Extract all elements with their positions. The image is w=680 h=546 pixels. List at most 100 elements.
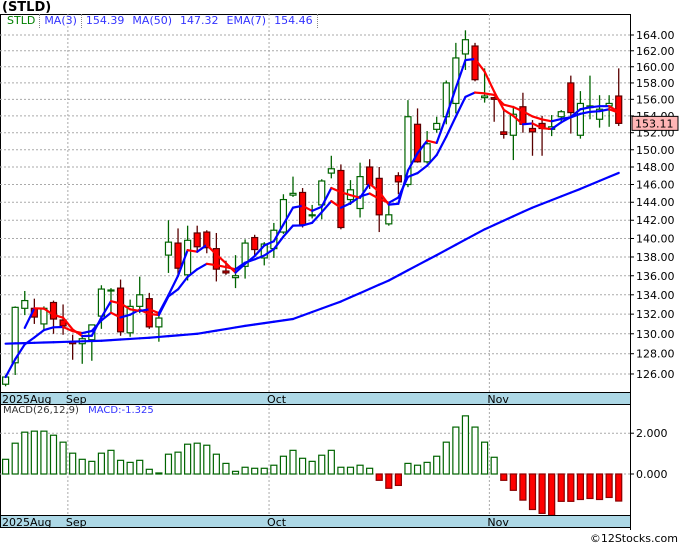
ma50-line-segment [205,329,218,334]
price-tick-label: 140.00 [636,232,675,245]
macd-legend-value: MACD:-1.325 [88,405,154,416]
price-legend: STLD MA(3) 154.39 MA(50) 147.32 EMA(7) 1… [3,14,318,28]
macd-legend-label: MACD(26,12,9) [3,405,79,416]
macd-bar [251,467,259,475]
candle-body [155,317,163,328]
price-tick-label: 156.00 [636,93,675,106]
macd-bar [346,466,355,475]
copyright: ©12Stocks.com [589,532,678,545]
price-tick-label: 162.00 [636,45,675,58]
macd-bar [567,473,575,502]
macd-bar [78,458,86,475]
macd-bar [433,455,441,475]
macd-bar [241,466,249,475]
macd-bar [327,449,335,475]
ma3-line-segment [186,249,199,253]
legend-ma3-value: 154.39 [80,14,129,28]
macd-tick-label: 0.000 [636,468,668,481]
candle-body [107,289,115,292]
ma50-line-segment [224,326,237,331]
chart-svg: 126.00 128.00 130.00 132.00 134.00 136.00 138.… [0,14,679,530]
macd-bar [279,455,288,475]
legend-ma50-value: 147.32 [180,14,219,27]
macd-bar [576,473,585,501]
macd-bar [394,473,402,487]
ema7-line-segment [588,110,601,113]
macd-bar [212,453,220,475]
macd-bar [481,441,489,475]
ma50-line-segment [234,324,247,329]
candle-body [567,82,575,114]
macd-bar [49,434,58,475]
macd-bar [404,462,412,475]
macd-bar [471,426,479,475]
macd-bar [318,454,326,475]
macd-bar [126,461,134,475]
price-tick-label: 144.00 [636,196,675,209]
candle-body [308,214,316,217]
ma50-line-segment [282,317,295,322]
candle-body [366,166,374,186]
macd-bar [260,467,268,475]
stock-chart-widget: 126.00 128.00 130.00 132.00 134.00 136.00 138.… [0,0,680,546]
ma50-line-segment [176,333,189,337]
candle-body [116,287,125,333]
ma50-line-segment [253,322,266,326]
ma50-line-segment [119,337,132,341]
legend-ma50-label: MA(50) [132,14,173,27]
price-tick-label: 132.00 [636,308,675,321]
candle-body [337,169,345,229]
price-tick-label: 158.00 [636,77,675,90]
price-tick-label: 142.00 [636,214,675,227]
candle [116,279,125,336]
legend-ema7-value: 154.46 [270,14,318,28]
macd-bar [1,458,10,475]
date-label: Oct [267,516,287,529]
macd-bar [509,473,517,491]
candle-body [193,232,201,248]
macd-bar [222,462,230,475]
macd-bar [116,459,125,475]
last-price-label: 153.11 [635,117,674,130]
ma3-line-segment [540,127,553,131]
candle-body [461,39,470,55]
candle-body [557,111,565,118]
ma50-line-segment [148,335,160,339]
candle [337,164,345,230]
candle-body [298,191,307,226]
macd-bar [519,473,527,501]
macd-bar [174,451,182,475]
ma50-line-segment [263,320,275,325]
price-tick-label: 150.00 [636,144,675,157]
candle-body [231,275,240,279]
price-tick-label: 138.00 [636,251,675,264]
ema7-line-segment [205,262,218,267]
macd-bar [88,460,96,475]
chart-title: (STLD) [2,0,52,15]
date-label: Sep [66,516,87,529]
macd-bar [557,473,565,502]
ma50-line-segment [215,327,228,332]
macd-bar [538,473,546,514]
candle-body [327,168,335,174]
macd-bar [59,441,67,475]
ma3-line-segment [387,202,400,206]
candle-body [174,242,182,269]
macd-bar [270,464,278,475]
candle-body [423,143,431,163]
macd-bar [231,470,240,475]
macd-bar [442,441,450,475]
candle-body [481,95,489,99]
price-tick-label: 146.00 [636,179,675,192]
ma50-line-segment [129,337,141,341]
price-tick-label: 160.00 [636,61,675,74]
ema7-line-segment [483,92,496,96]
ma50-line-segment [244,323,256,327]
candle-body [164,241,173,256]
ma50-line-segment [109,338,122,342]
macd-bar [97,452,106,475]
macd-bar [30,430,38,475]
macd-bar [452,426,460,475]
macd-bar [385,473,393,489]
macd-bar [145,468,153,475]
